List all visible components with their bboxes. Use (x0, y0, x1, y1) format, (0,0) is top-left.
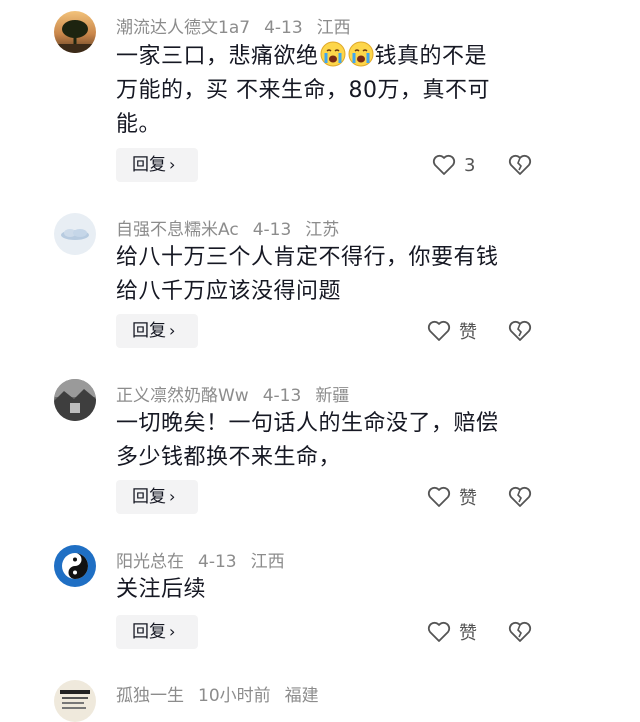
comment-text: 一家三口，悲痛欲绝 钱真的不是 万能的，买 不来生命，80万，真不可 能。 (116, 40, 556, 142)
comment-date: 4-13 (198, 552, 237, 572)
like-button[interactable]: 赞 (427, 615, 477, 649)
yin-yang-avatar-icon (62, 553, 88, 579)
avatar[interactable] (54, 680, 96, 722)
heart-outline-icon (427, 486, 451, 507)
comment-location: 江苏 (305, 220, 340, 240)
comment-location: 江西 (250, 552, 285, 572)
comment-meta: 正义凛然奶酪Ww 4-13 新疆 (116, 381, 349, 406)
like-label: 赞 (459, 488, 477, 509)
broken-heart-icon (508, 486, 532, 507)
like-button[interactable]: 3 (432, 148, 475, 182)
avatar[interactable] (54, 545, 96, 587)
avatar[interactable] (54, 11, 96, 53)
comment-date: 4-13 (262, 386, 302, 406)
like-button[interactable]: 赞 (427, 480, 477, 514)
dislike-button[interactable] (508, 314, 534, 348)
comment-date: 4-13 (252, 220, 292, 240)
crying-face-emoji-icon (348, 41, 374, 67)
chevron-right-icon: › (169, 487, 176, 506)
broken-heart-icon (508, 320, 532, 341)
reply-button[interactable]: 回复 › (116, 148, 198, 182)
comment-location: 福建 (284, 686, 319, 706)
chevron-right-icon: › (169, 622, 176, 641)
reply-button[interactable]: 回复 › (116, 314, 198, 348)
comment-meta: 孤独一生 10小时前 福建 (116, 681, 319, 706)
dark-landscape-avatar-icon (54, 379, 96, 421)
username[interactable]: 自强不息糯米Ac (116, 220, 239, 240)
like-label: 赞 (459, 623, 477, 644)
username[interactable]: 阳光总在 (116, 552, 184, 572)
username[interactable]: 正义凛然奶酪Ww (116, 386, 249, 406)
dislike-button[interactable] (508, 148, 534, 182)
avatar[interactable] (54, 213, 96, 255)
cloud-avatar-icon (61, 229, 89, 240)
reply-button[interactable]: 回复 › (116, 615, 198, 649)
heart-outline-icon (432, 154, 456, 175)
tree-sunset-avatar-icon (54, 20, 96, 53)
comment-text: 一切晚矣！一句话人的生命没了，赔偿 多少钱都换不来生命， (116, 411, 499, 470)
dislike-button[interactable] (508, 480, 534, 514)
reply-button[interactable]: 回复 › (116, 480, 198, 514)
comment-date: 10小时前 (198, 686, 271, 706)
comment-text: 关注后续 (116, 577, 207, 602)
dislike-button[interactable] (508, 615, 534, 649)
chevron-right-icon: › (169, 321, 176, 340)
comment-meta: 潮流达人德文1a7 4-13 江西 (116, 13, 351, 38)
calligraphy-avatar-icon (60, 690, 90, 709)
like-label: 赞 (459, 322, 477, 343)
heart-outline-icon (427, 621, 451, 642)
broken-heart-icon (508, 621, 532, 642)
like-button[interactable]: 赞 (427, 314, 477, 348)
crying-face-emoji-icon (320, 41, 346, 67)
comment-location: 新疆 (315, 386, 350, 406)
heart-outline-icon (427, 320, 451, 341)
comment-text: 给八十万三个人肯定不得行，你要有钱 给八千万应该没得问题 (116, 245, 499, 304)
username[interactable]: 潮流达人德文1a7 (116, 18, 250, 38)
chevron-right-icon: › (169, 155, 176, 174)
comment-meta: 自强不息糯米Ac 4-13 江苏 (116, 215, 339, 240)
broken-heart-icon (508, 154, 532, 175)
like-count: 3 (464, 154, 476, 176)
avatar[interactable] (54, 379, 96, 421)
comment-meta: 阳光总在 4-13 江西 (116, 547, 285, 572)
username[interactable]: 孤独一生 (116, 686, 184, 706)
comment-location: 江西 (316, 18, 351, 38)
comment-date: 4-13 (264, 18, 303, 38)
